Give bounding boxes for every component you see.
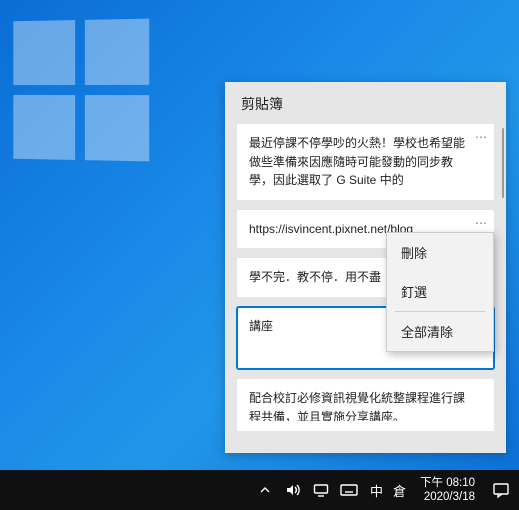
project-icon[interactable] xyxy=(312,481,330,499)
clipboard-item[interactable]: 配合校訂必修資訊視覺化統整課程進行課程共備，並且實施分享講座。 xyxy=(237,379,494,431)
action-center-icon[interactable] xyxy=(483,470,519,510)
more-icon[interactable]: ⋯ xyxy=(475,216,488,230)
system-tray xyxy=(256,481,364,499)
clipboard-item[interactable]: ⋯ 最近停課不停學吵的火熱！學校也希望能做些準備來因應隨時可能發動的同步教學，因… xyxy=(237,124,494,200)
ime-indicator[interactable]: 中 倉 xyxy=(364,481,412,500)
windows-logo xyxy=(13,19,149,162)
tray-overflow-chevron-icon[interactable] xyxy=(256,481,274,499)
touch-keyboard-icon[interactable] xyxy=(340,481,358,499)
clock-time: 下午 08:10 xyxy=(420,476,475,490)
flyout-title: 剪貼簿 xyxy=(225,82,506,124)
menu-clear-all[interactable]: 全部清除 xyxy=(387,312,493,351)
scrollbar-thumb[interactable] xyxy=(502,128,504,198)
ime-lang: 中 xyxy=(370,481,383,500)
volume-icon[interactable] xyxy=(284,481,302,499)
taskbar-clock[interactable]: 下午 08:10 2020/3/18 xyxy=(412,476,483,505)
desktop: 剪貼簿 ⋯ 最近停課不停學吵的火熱！學校也希望能做些準備來因應隨時可能發動的同步… xyxy=(0,0,519,510)
menu-pin[interactable]: 釘選 xyxy=(387,272,493,311)
context-menu: 刪除 釘選 全部清除 xyxy=(386,232,494,352)
clock-date: 2020/3/18 xyxy=(420,490,475,504)
clipboard-item-text: 最近停課不停學吵的火熱！學校也希望能做些準備來因應隨時可能發動的同步教學，因此選… xyxy=(249,134,482,190)
menu-delete[interactable]: 刪除 xyxy=(387,233,493,272)
more-icon[interactable]: ⋯ xyxy=(475,130,488,144)
ime-mode: 倉 xyxy=(393,481,406,500)
taskbar: 中 倉 下午 08:10 2020/3/18 xyxy=(0,470,519,510)
clipboard-item-text: 配合校訂必修資訊視覺化統整課程進行課程共備，並且實施分享講座。 xyxy=(249,389,482,421)
